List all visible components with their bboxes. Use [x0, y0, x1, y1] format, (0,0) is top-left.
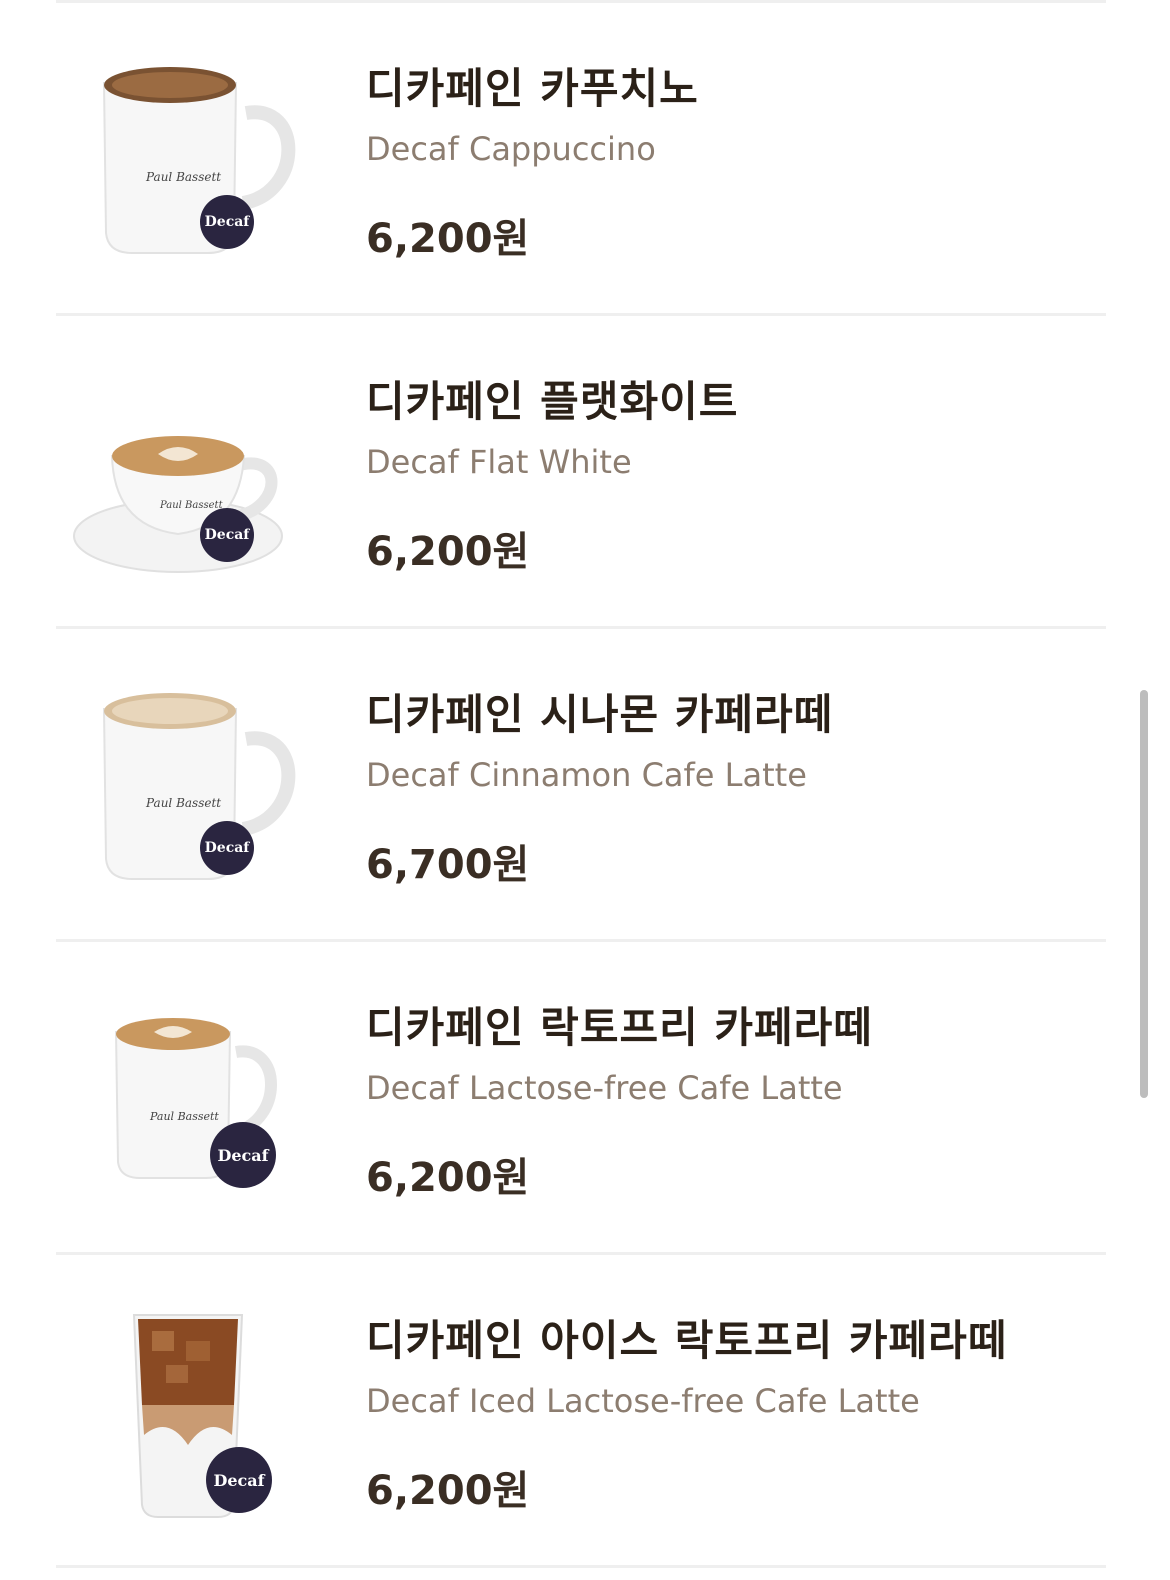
item-name-en: Decaf Cinnamon Cafe Latte [366, 756, 807, 794]
lactose-free-latte-mug-icon: Paul Bassett Decaf [68, 982, 298, 1222]
iced-latte-glass-icon: Decaf [68, 1295, 298, 1535]
svg-text:Paul Bassett: Paul Bassett [145, 796, 221, 810]
item-name-ko: 디카페인 아이스 락토프리 카페라떼 [366, 1316, 1008, 1365]
item-price: 6,200원 [366, 1468, 530, 1514]
svg-text:Paul Bassett: Paul Bassett [149, 1110, 219, 1123]
menu-item-decaf-cappuccino[interactable]: Paul Bassett Decaf 디카페인 카푸치노 Decaf Cappu… [56, 3, 1106, 313]
menu-item-decaf-iced-lactose-free-cafe-latte[interactable]: Decaf 디카페인 아이스 락토프리 카페라떼 Decaf Iced Lact… [56, 1255, 1106, 1565]
menu-item-decaf-cinnamon-cafe-latte[interactable]: Paul Bassett Decaf 디카페인 시나몬 카페라떼 Decaf C… [56, 629, 1106, 939]
decaf-badge: Decaf [200, 195, 254, 249]
menu-item-decaf-lactose-free-cafe-latte[interactable]: Paul Bassett Decaf 디카페인 락토프리 카페라떼 Decaf … [56, 942, 1106, 1252]
item-name-ko: 디카페인 카푸치노 [366, 64, 699, 113]
item-name-en: Decaf Cappuccino [366, 130, 656, 168]
menu-item-decaf-flat-white[interactable]: Paul Bassett Decaf 디카페인 플랫화이트 Decaf Flat… [56, 316, 1106, 626]
item-name-ko: 디카페인 락토프리 카페라떼 [366, 1003, 873, 1052]
decaf-badge: Decaf [210, 1122, 276, 1188]
svg-text:Paul Bassett: Paul Bassett [159, 500, 224, 511]
item-price: 6,200원 [366, 216, 530, 262]
svg-text:Paul Bassett: Paul Bassett [145, 170, 221, 184]
item-price: 6,700원 [366, 842, 530, 888]
flat-white-cup-icon: Paul Bassett Decaf [68, 356, 298, 596]
decaf-badge: Decaf [200, 508, 254, 562]
menu-list: Paul Bassett Decaf 디카페인 카푸치노 Decaf Cappu… [56, 0, 1106, 1568]
decaf-badge: Decaf [206, 1447, 272, 1513]
item-name-ko: 디카페인 플랫화이트 [366, 377, 739, 426]
item-name-en: Decaf Flat White [366, 443, 632, 481]
cappuccino-mug-icon: Paul Bassett Decaf [68, 43, 298, 283]
item-name-ko: 디카페인 시나몬 카페라떼 [366, 690, 834, 739]
divider [56, 1565, 1106, 1568]
item-price: 6,200원 [366, 529, 530, 575]
item-name-en: Decaf Lactose-free Cafe Latte [366, 1069, 843, 1107]
item-name-en: Decaf Iced Lactose-free Cafe Latte [366, 1382, 920, 1420]
decaf-badge: Decaf [200, 821, 254, 875]
scrollbar[interactable] [1140, 690, 1148, 1098]
cinnamon-latte-mug-icon: Paul Bassett Decaf [68, 669, 298, 909]
item-price: 6,200원 [366, 1155, 530, 1201]
